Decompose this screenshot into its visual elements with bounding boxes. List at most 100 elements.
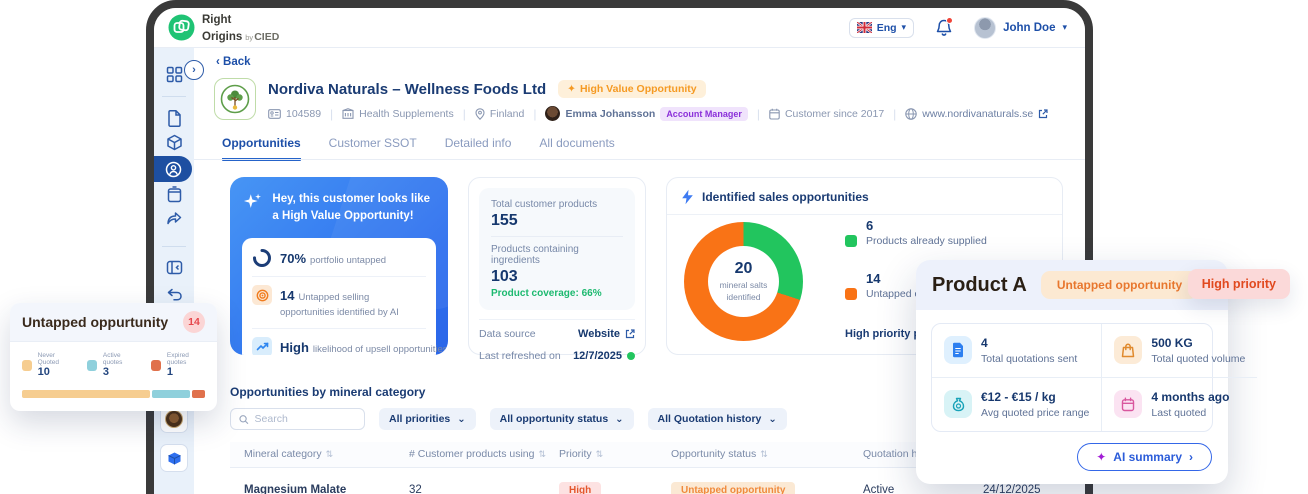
stat-label: Avg quoted price range [981,407,1090,419]
meta-separator: | [462,106,466,121]
popup-header: Product A Untapped opportunity [916,260,1228,310]
sidebar-item-documents[interactable] [154,110,194,127]
legend-item-supplied: 6 Products already supplied [845,218,987,247]
stat-label: Total quotations sent [981,353,1078,365]
stat-value: 500 KG [1151,336,1193,350]
popup-title: Untapped oppurtunity [22,314,169,330]
popup-footer: ✦ AI summary › [916,432,1228,484]
chevron-down-icon: ▾ [901,22,907,32]
legend-swatch [22,359,32,371]
sidebar-divider [162,246,186,247]
sidebar-item-archive[interactable] [154,186,194,203]
back-button[interactable]: ‹ Back [216,56,251,68]
tab-opportunities[interactable]: Opportunities [222,136,301,161]
popup-header: Untapped oppurtunity 14 [10,303,217,342]
tab-bar: Opportunities Customer SSOT Detailed inf… [222,136,615,161]
customer-website-link[interactable]: www.nordivanaturals.se [905,108,1048,120]
filter-label: All priorities [389,413,451,425]
data-source-link[interactable]: Website [578,328,635,340]
chevron-down-icon: ⌄ [768,413,777,425]
cube-app-icon [167,452,181,464]
notification-dot [946,16,954,24]
globe-icon [905,107,918,120]
product-stats-grid: 4 Total quotations sent 500 KG Total quo… [931,323,1258,432]
count-badge: 14 [183,311,205,333]
bag-icon [1114,336,1143,364]
priority-badge: High [559,482,602,494]
sidebar-item-products[interactable] [154,134,194,151]
search-icon [239,414,249,424]
calendar-icon [1114,390,1143,418]
high-value-label: High Value Opportunity [579,83,697,95]
donut-center-value: 20 [734,260,753,278]
tab-customer-ssot[interactable]: Customer SSOT [329,136,417,161]
ai-summary-button[interactable]: ✦ AI summary › [1077,443,1212,471]
customer-products-card: Total customer products 155 Products con… [468,177,646,362]
stat-label: Total quoted volume [1151,353,1246,365]
account-manager: Emma Johansson Account Manager [545,106,748,121]
column-header[interactable]: Opportunity status ⇅ [671,448,863,460]
sidebar [154,48,194,494]
stat-value: 4 months ago [1151,390,1230,404]
legend-swatch [845,235,857,247]
column-header[interactable]: Mineral category ⇅ [244,448,409,460]
search-input[interactable] [254,413,356,425]
user-name: John Doe [1003,21,1056,34]
tree-logo-icon [220,84,250,114]
sidebar-item-undo[interactable] [154,288,194,301]
total-products-label: Total customer products [491,199,598,210]
ai-insight-card: Hey, this customer looks like a High Val… [230,177,448,355]
back-label: Back [223,56,251,68]
refreshed-row: Last refreshed on 12/7/2025 [479,350,635,362]
chevron-right-icon: › [1189,450,1193,464]
insight-label: likelihood of upsell opportunities [312,343,448,355]
account-manager-name: Emma Johansson [565,107,656,120]
column-header[interactable]: # Customer products using ⇅ [409,448,559,460]
ai-sparkle-icon: ✦ [1096,450,1107,464]
insight-value: High [280,339,309,355]
customer-since-value: Customer since 2017 [784,107,885,120]
sidebar-item-cube-app[interactable] [160,444,188,472]
customer-name: Nordiva Naturals – Wellness Foods Ltd [268,80,547,98]
user-menu[interactable]: John Doe ▾ [974,16,1067,39]
external-link-icon [625,329,635,339]
screenshot-stage: Right Origins byCIED Eng ▾ John Doe ▾ › … [0,0,1308,494]
filter-priorities[interactable]: All priorities ⌄ [379,408,476,430]
refreshed-value: 12/7/2025 [573,350,622,362]
dashboard-grid-icon [166,66,182,83]
insight-label: portfolio untapped [310,254,387,266]
legend-label: Never Quoted [37,352,59,366]
table-search[interactable] [230,408,365,430]
legend-value: 1 [166,366,173,378]
ingredients-label: Products containing ingredients [491,244,579,266]
filter-quotation-history[interactable]: All Quotation history ⌄ [647,408,787,430]
sidebar-expand-button[interactable]: › [184,60,204,80]
column-label: Mineral category [244,448,322,460]
high-value-icon: ✦ [567,83,576,95]
tab-detailed-info[interactable]: Detailed info [445,136,512,161]
sales-card-title: Identified sales opportunities [702,190,869,204]
sidebar-item-customers-active[interactable] [154,156,192,182]
customer-since: Customer since 2017 [769,108,884,120]
sidebar-item-share[interactable] [154,211,194,226]
sort-icon: ⇅ [325,448,334,459]
data-source-value: Website [578,328,620,340]
document-icon [944,336,972,364]
language-selector[interactable]: Eng ▾ [848,17,915,38]
insight-title: Hey, this customer looks like a High Val… [272,193,431,223]
stacked-bar-chart [22,390,205,398]
high-value-badge: ✦ High Value Opportunity [558,80,706,98]
untapped-opportunity-badge: Untapped opportunity [1040,271,1199,299]
column-header[interactable]: Priority ⇅ [559,448,671,460]
donut-chart: 20 mineral salts identified [684,222,803,341]
tabs-divider [194,159,1085,160]
brand-text: Right Origins byCIED [202,11,279,44]
customer-industry: Health Supplements [342,108,454,120]
tab-all-documents[interactable]: All documents [539,136,614,161]
sidebar-item-collapse-panel[interactable] [154,260,194,275]
notifications-button[interactable] [936,16,954,37]
filter-opportunity-status[interactable]: All opportunity status ⌄ [489,408,634,430]
legend-item-expired-quotes: Expired quotes 1 [151,352,205,378]
customer-meta: 104589 | Health Supplements | Finland | [268,106,1048,121]
cell-products-using: 32 [409,483,422,494]
